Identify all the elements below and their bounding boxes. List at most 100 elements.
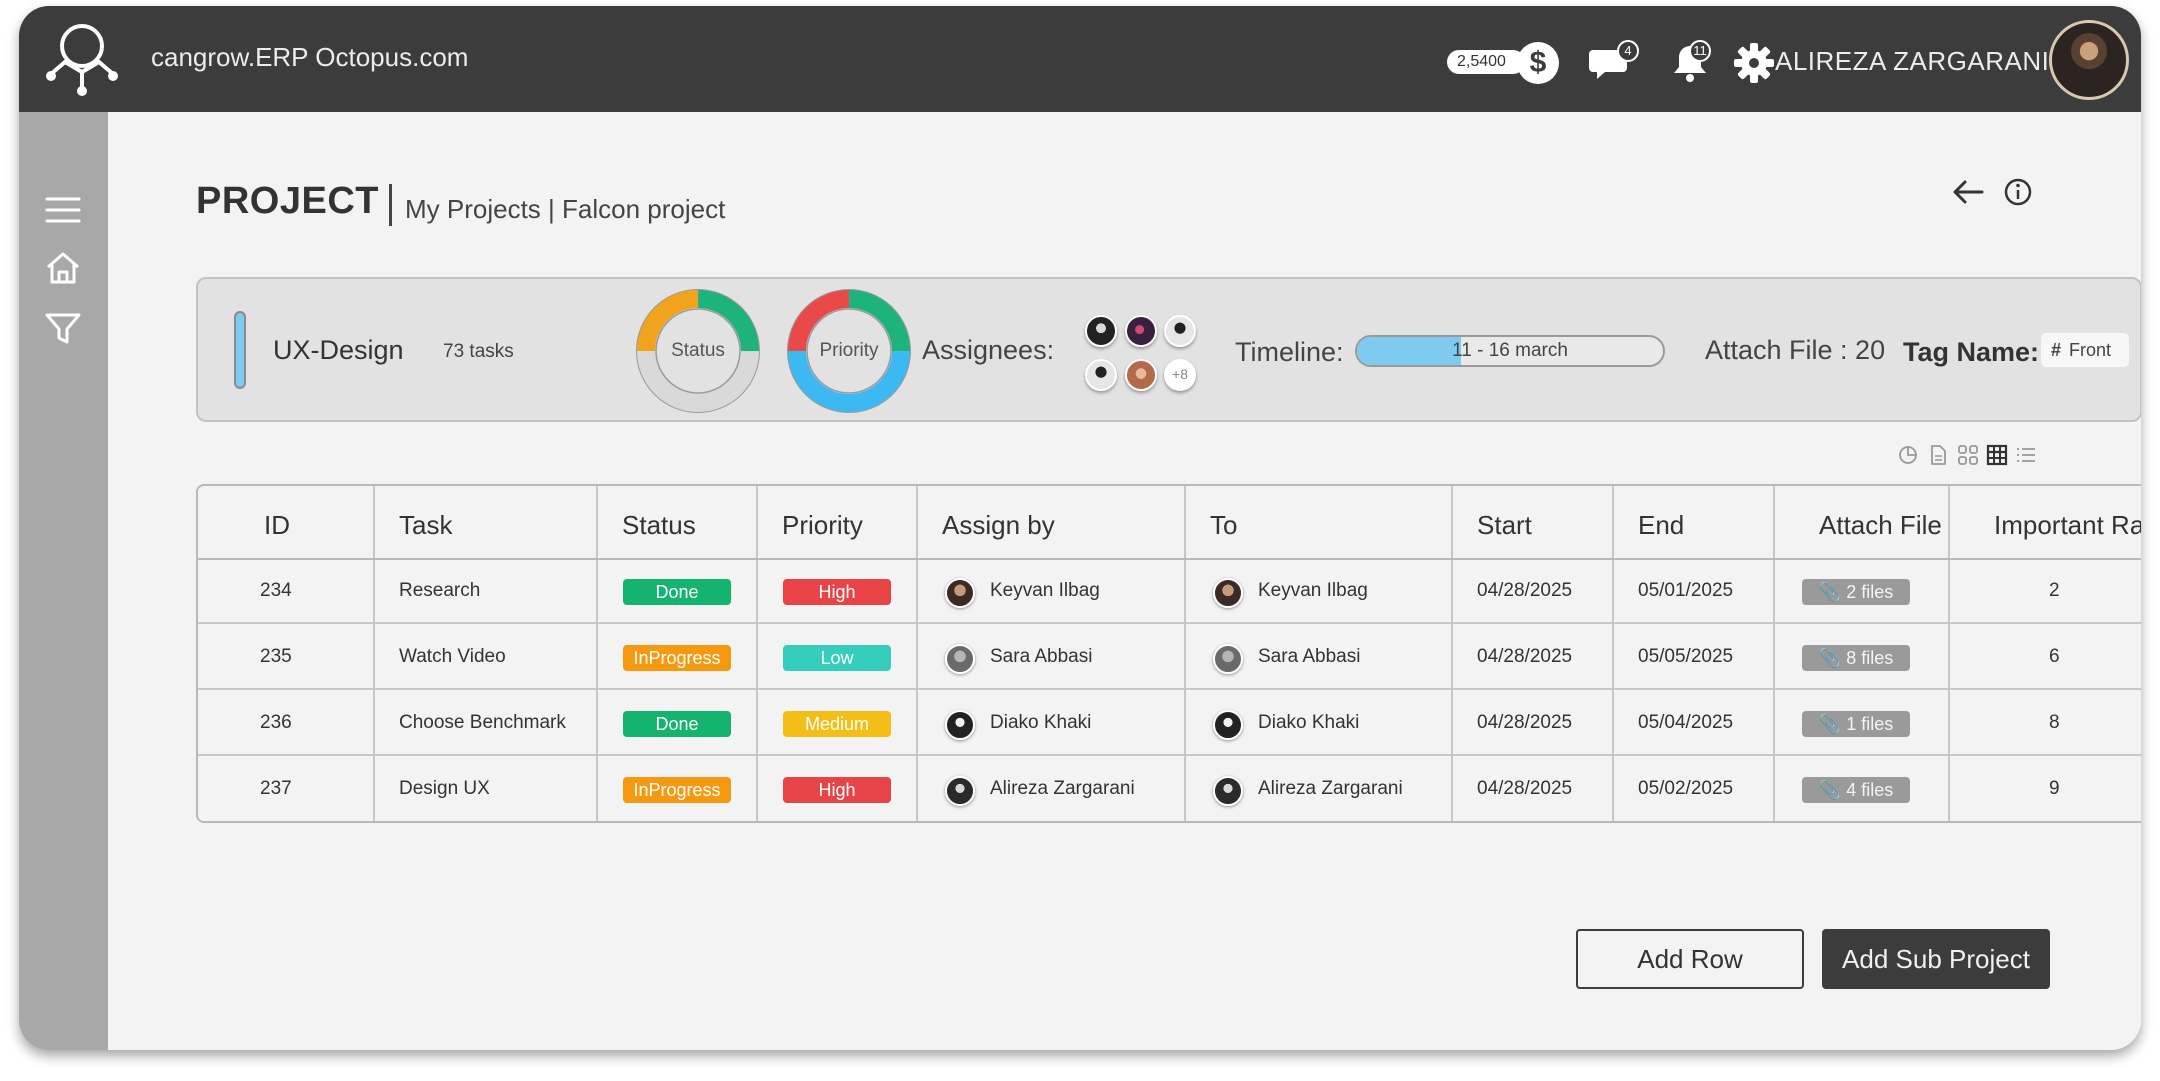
row-task[interactable]: Research [399, 580, 480, 602]
dollar-icon[interactable]: $ [1517, 42, 1559, 84]
assign-by-name[interactable]: Alireza Zargarani [990, 778, 1135, 800]
avatar [1213, 776, 1243, 806]
column-header-end[interactable]: End [1638, 510, 1684, 541]
assignee-avatar[interactable] [1125, 359, 1157, 391]
table-view-icon[interactable] [1985, 443, 2009, 467]
project-summary-card: UX-Design 73 tasks Status Priority Assig… [196, 277, 2141, 422]
priority-chart-label: Priority [819, 340, 879, 361]
column-header-to[interactable]: To [1210, 510, 1237, 541]
avatar [945, 710, 975, 740]
column-header-id[interactable]: ID [264, 510, 290, 541]
assignee-avatar[interactable] [1085, 359, 1117, 391]
add-row-button[interactable]: Add Row [1576, 929, 1804, 989]
status-badge[interactable]: InProgress [623, 777, 731, 803]
priority-badge[interactable]: Low [783, 645, 891, 671]
add-sub-project-button[interactable]: Add Sub Project [1822, 929, 2050, 989]
priority-badge[interactable]: High [783, 579, 891, 605]
table-header: ID Task Status Priority Assign by To Sta… [198, 486, 2141, 560]
assignee-name[interactable]: Sara Abbasi [1258, 646, 1360, 668]
table-row[interactable]: 236 Choose Benchmark Done Medium Diako K… [198, 692, 2141, 756]
end-date: 05/02/2025 [1638, 778, 1734, 799]
tasks-table: ID Task Status Priority Assign by To Sta… [196, 484, 2141, 823]
paperclip-icon: 📎 [1818, 582, 1842, 602]
table-row[interactable]: 235 Watch Video InProgress Low Sara Abba… [198, 626, 2141, 690]
app-window: cangrow.ERP Octopus.com 2,5400 $ 4 11 AL… [19, 6, 2141, 1050]
info-icon[interactable] [2000, 174, 2036, 210]
status-badge[interactable]: InProgress [623, 645, 731, 671]
group-name[interactable]: UX-Design [273, 335, 404, 366]
table-row[interactable]: 234 Research Done High Keyvan Ilbag Keyv… [198, 560, 2141, 624]
attach-files-badge[interactable]: 📎 2 files [1802, 579, 1910, 605]
paperclip-icon: 📎 [1818, 780, 1842, 800]
paperclip-icon: 📎 [1818, 714, 1842, 734]
timeline-label: Timeline: [1235, 337, 1344, 367]
user-avatar[interactable] [2049, 20, 2129, 100]
priority-badge[interactable]: High [783, 777, 891, 803]
priority-donut-chart[interactable]: Priority [786, 288, 912, 414]
files-count: 4 files [1846, 780, 1894, 800]
files-count: 2 files [1846, 582, 1894, 602]
attach-files-badge[interactable]: 📎 1 files [1802, 711, 1910, 737]
column-header-assign-by[interactable]: Assign by [942, 510, 1055, 541]
row-id: 235 [260, 646, 292, 667]
assignee-name[interactable]: Diako Khaki [1258, 712, 1359, 734]
start-date: 04/28/2025 [1477, 712, 1573, 733]
assignee-avatar[interactable] [1164, 315, 1196, 347]
group-color-bar [234, 311, 246, 389]
arrow-left-icon[interactable] [1948, 172, 1988, 212]
breadcrumb[interactable]: My Projects | Falcon project [405, 194, 725, 225]
column-header-status[interactable]: Status [622, 510, 696, 541]
timeline-bar[interactable]: 11 - 16 march [1355, 335, 1665, 367]
attach-file-count[interactable]: Attach File : 20 [1705, 335, 1885, 366]
list-view-icon[interactable] [2014, 443, 2038, 467]
paperclip-icon: 📎 [1818, 648, 1842, 668]
row-task[interactable]: Watch Video [399, 646, 506, 668]
timeline-range: 11 - 16 march [1452, 340, 1568, 361]
document-view-icon[interactable] [1926, 443, 1950, 467]
tag-value: Front [2069, 340, 2112, 360]
assignee-avatar[interactable] [1125, 315, 1157, 347]
row-id: 237 [260, 778, 292, 799]
column-header-start[interactable]: Start [1477, 510, 1532, 541]
attach-files-badge[interactable]: 📎 8 files [1802, 645, 1910, 671]
column-header-priority[interactable]: Priority [782, 510, 863, 541]
user-name[interactable]: ALIREZA ZARGARANI [1775, 46, 2049, 77]
grid-view-icon[interactable] [1956, 443, 1980, 467]
status-badge[interactable]: Done [623, 579, 731, 605]
row-task[interactable]: Choose Benchmark [399, 712, 566, 734]
more-assignees-badge[interactable]: +8 [1164, 359, 1196, 391]
filter-icon[interactable] [41, 306, 85, 350]
assign-by-name[interactable]: Keyvan Ilbag [990, 580, 1100, 602]
files-count: 8 files [1846, 648, 1894, 668]
assign-by-name[interactable]: Diako Khaki [990, 712, 1091, 734]
assignee-name[interactable]: Alireza Zargarani [1258, 778, 1403, 800]
assign-by-name[interactable]: Sara Abbasi [990, 646, 1092, 668]
column-header-attach-file[interactable]: Attach File [1819, 510, 1942, 541]
attach-files-badge[interactable]: 📎 4 files [1802, 777, 1910, 803]
home-icon[interactable] [41, 246, 85, 290]
coin-balance: 2,5400 [1447, 50, 1525, 74]
status-donut-chart[interactable]: Status [635, 288, 761, 414]
status-badge[interactable]: Done [623, 711, 731, 737]
table-row[interactable]: 237 Design UX InProgress High Alireza Za… [198, 758, 2141, 822]
tag-chip[interactable]: # Front [2041, 333, 2129, 367]
assignee-avatar[interactable] [1085, 315, 1117, 347]
pie-view-icon[interactable] [1896, 443, 1920, 467]
hash-icon: # [2051, 340, 2062, 360]
avatar [945, 578, 975, 608]
row-task[interactable]: Design UX [399, 778, 490, 800]
column-header-important-rate[interactable]: Important Rate [1994, 510, 2141, 541]
row-id: 234 [260, 580, 292, 601]
end-date: 05/01/2025 [1638, 580, 1734, 601]
important-rate: 9 [2049, 778, 2060, 799]
start-date: 04/28/2025 [1477, 646, 1573, 667]
gear-icon[interactable] [1731, 40, 1777, 86]
hamburger-icon[interactable] [41, 188, 85, 232]
avatar [945, 644, 975, 674]
end-date: 05/04/2025 [1638, 712, 1734, 733]
octopus-logo-icon[interactable] [39, 16, 125, 102]
priority-badge[interactable]: Medium [783, 711, 891, 737]
column-header-task[interactable]: Task [399, 510, 452, 541]
important-rate: 6 [2049, 646, 2060, 667]
assignee-name[interactable]: Keyvan Ilbag [1258, 580, 1368, 602]
